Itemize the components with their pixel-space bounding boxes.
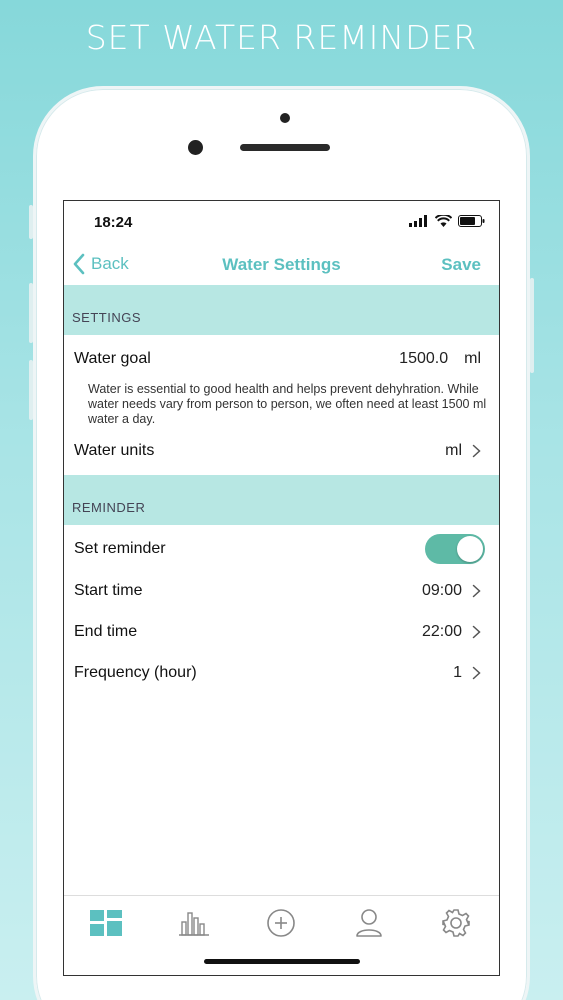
- water-goal-description: Water is essential to good health and he…: [88, 382, 487, 426]
- water-units-row[interactable]: Water units ml: [64, 431, 499, 471]
- end-time-value: 22:00: [421, 623, 462, 640]
- plus-circle-icon: [267, 909, 295, 937]
- frequency-value: 1: [453, 664, 462, 681]
- tab-profile[interactable]: [351, 908, 387, 938]
- end-time-label: End time: [74, 623, 138, 640]
- phone-volume-up: [29, 283, 33, 343]
- start-time-value: 09:00: [421, 582, 462, 599]
- bar-chart-icon: [179, 912, 209, 936]
- tab-dashboard[interactable]: [88, 908, 124, 938]
- signal-icon: [409, 215, 427, 227]
- water-goal-unit: ml: [464, 350, 481, 367]
- wifi-icon: [435, 215, 452, 227]
- frequency-row[interactable]: Frequency (hour) 1: [64, 653, 499, 693]
- battery-icon: [458, 215, 485, 227]
- app-screen: 18:24 Back Water Settings Save SETTINGS …: [63, 200, 500, 976]
- tab-statistics[interactable]: [176, 908, 212, 938]
- chevron-left-icon: [73, 253, 85, 275]
- chevron-right-icon: [472, 625, 481, 639]
- page-title: Water Settings: [222, 255, 341, 274]
- water-goal-row[interactable]: Water goal 1500.0 ml: [64, 339, 499, 379]
- phone-volume-down: [29, 360, 33, 420]
- phone-mute-switch: [29, 205, 33, 239]
- nav-bar: Back Water Settings Save: [64, 243, 499, 285]
- phone-camera: [188, 140, 203, 155]
- dashboard-icon: [90, 910, 122, 936]
- start-time-label: Start time: [74, 582, 143, 599]
- water-goal-value[interactable]: 1500.0: [399, 350, 448, 368]
- water-units-value: ml: [445, 442, 462, 459]
- section-header-reminder: REMINDER: [64, 475, 499, 525]
- back-label: Back: [91, 254, 129, 273]
- user-icon: [356, 909, 382, 937]
- save-button[interactable]: Save: [441, 255, 481, 275]
- chevron-right-icon: [472, 444, 481, 458]
- start-time-row[interactable]: Start time 09:00: [64, 571, 499, 611]
- tab-settings[interactable]: [438, 908, 474, 938]
- tab-add[interactable]: [263, 908, 299, 938]
- status-icons: [409, 215, 485, 227]
- phone-speaker: [240, 144, 330, 151]
- toggle-knob: [457, 536, 483, 562]
- water-goal-label: Water goal: [74, 350, 151, 367]
- section-header-settings: SETTINGS: [64, 285, 499, 335]
- promo-title: SET WATER REMINDER: [85, 18, 478, 57]
- set-reminder-label: Set reminder: [74, 540, 166, 557]
- gear-icon: [442, 909, 470, 937]
- frequency-label: Frequency (hour): [74, 664, 197, 681]
- status-bar: 18:24: [64, 201, 499, 243]
- back-button[interactable]: Back: [72, 251, 129, 277]
- phone-sensor: [280, 113, 290, 123]
- set-reminder-toggle[interactable]: [425, 534, 485, 564]
- tab-bar: [64, 895, 499, 975]
- end-time-row[interactable]: End time 22:00: [64, 612, 499, 652]
- water-units-label: Water units: [74, 442, 155, 459]
- phone-power-button: [530, 278, 534, 373]
- status-time: 18:24: [94, 214, 133, 231]
- home-indicator: [204, 959, 360, 964]
- chevron-right-icon: [472, 584, 481, 598]
- chevron-right-icon: [472, 666, 481, 680]
